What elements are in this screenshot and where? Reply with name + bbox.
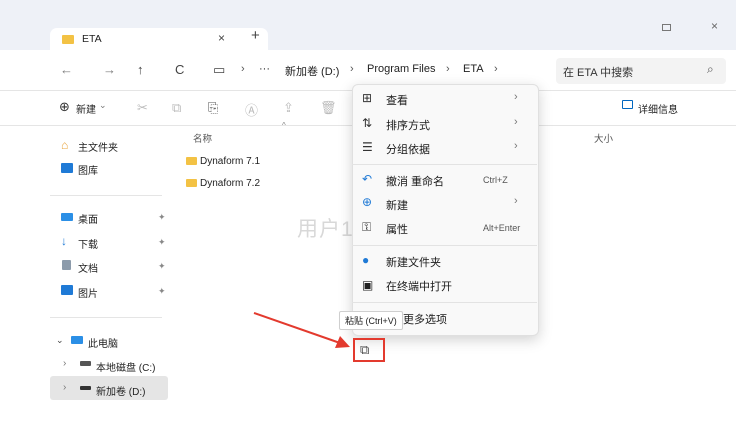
pin-icon: ✦ [158, 261, 166, 271]
window-close-icon[interactable]: × [711, 19, 718, 33]
drive-icon [80, 386, 91, 390]
column-header-name[interactable]: 名称 [193, 131, 212, 145]
cut-icon[interactable]: ✂ [137, 100, 148, 116]
chevron-right-icon[interactable]: › [63, 358, 66, 369]
chevron-right-icon: › [514, 140, 518, 152]
share-icon[interactable]: ⇪ [283, 100, 294, 116]
terminal-icon: ▣ [362, 278, 374, 292]
undo-icon: ↶ [362, 172, 373, 186]
paste-icon[interactable]: ⧉ [360, 342, 369, 358]
download-icon: ↓ [61, 234, 67, 248]
menu-item-view[interactable]: 查看 [386, 92, 408, 108]
paste-toolbar-icon[interactable]: ⎘ [208, 100, 218, 116]
refresh-icon[interactable]: C [175, 62, 184, 77]
sidebar-item-gallery[interactable]: 图库 [78, 162, 98, 177]
tab-title: ETA [82, 33, 102, 45]
details-pane-icon[interactable] [622, 100, 633, 109]
chevron-right-icon: › [514, 116, 518, 128]
new-plus-icon: ⊕ [362, 195, 373, 209]
breadcrumb-drive-d[interactable]: 新加卷 (D:) [285, 63, 339, 79]
search-icon[interactable]: ⌕ [707, 62, 714, 77]
delete-icon[interactable]: 🗑 [320, 100, 337, 116]
breadcrumb-separator-icon: › [241, 63, 245, 75]
pictures-icon [61, 285, 73, 295]
group-icon: ☰ [362, 140, 373, 154]
context-menu [352, 84, 539, 336]
sidebar-item-downloads[interactable]: 下载 [78, 236, 98, 251]
details-button[interactable]: 详细信息 [638, 101, 678, 116]
chevron-right-icon[interactable]: › [63, 382, 66, 393]
pin-icon: ✦ [158, 237, 166, 247]
back-arrow-icon[interactable]: ← [60, 62, 73, 77]
menu-item-new-folder[interactable]: 新建文件夹 [386, 254, 441, 270]
menu-item-sort[interactable]: 排序方式 [386, 117, 430, 133]
menu-divider [352, 164, 537, 165]
sidebar-item-home[interactable]: 主文件夹 [78, 139, 118, 154]
forward-arrow-icon[interactable]: → [103, 62, 116, 77]
properties-icon: ⚿ [362, 220, 372, 234]
new-button[interactable]: 新建 [76, 101, 96, 116]
menu-item-properties[interactable]: 属性 [386, 221, 408, 237]
sort-up-icon: ^ [282, 121, 286, 130]
gallery-icon [61, 163, 73, 173]
menu-divider [352, 245, 537, 246]
copy-icon[interactable]: ⧉ [172, 100, 181, 116]
shortcut-label: Ctrl+Z [483, 175, 508, 185]
drive-icon [80, 361, 91, 366]
home-icon: ⌂ [61, 138, 69, 152]
sidebar-item-documents[interactable]: 文档 [78, 260, 98, 275]
menu-item-open-terminal[interactable]: 在终端中打开 [386, 278, 452, 294]
chevron-down-icon: ⌄ [99, 100, 107, 110]
sidebar-item-drive-c[interactable]: 本地磁盘 (C:) [96, 359, 155, 374]
view-icon: ⊞ [362, 91, 373, 105]
file-row-dynaform-72[interactable]: Dynaform 7.2 [200, 178, 260, 189]
folder-icon [62, 35, 74, 44]
menu-divider [352, 302, 537, 303]
annotation-arrow [253, 312, 350, 348]
monitor-icon[interactable]: ▭ [213, 62, 225, 78]
menu-item-new[interactable]: 新建 [386, 197, 408, 213]
desktop-icon [61, 213, 73, 221]
sidebar-item-pictures[interactable]: 图片 [78, 285, 98, 300]
up-arrow-icon[interactable]: ↑ [137, 62, 144, 77]
file-row-dynaform-71[interactable]: Dynaform 7.1 [200, 156, 260, 167]
folder-icon [186, 179, 197, 187]
new-plus-icon[interactable]: ⊕ [59, 99, 70, 115]
new-folder-icon: ● [362, 253, 370, 267]
divider [50, 317, 162, 318]
chevron-down-icon[interactable]: ⌄ [56, 335, 64, 346]
sidebar-item-desktop[interactable]: 桌面 [78, 211, 98, 226]
shortcut-label: Alt+Enter [483, 223, 521, 233]
breadcrumb-separator-icon: › [350, 63, 354, 75]
chevron-right-icon: › [514, 195, 518, 207]
sort-icon: ⇅ [362, 116, 373, 130]
folder-icon [186, 157, 197, 165]
sidebar-item-this-pc[interactable]: 此电脑 [88, 335, 118, 350]
restore-window-icon[interactable] [662, 24, 671, 31]
computer-icon [71, 336, 83, 344]
breadcrumb-eta[interactable]: ETA [463, 63, 484, 75]
tab-close-icon[interactable]: × [218, 31, 225, 45]
chevron-right-icon: › [514, 91, 518, 103]
breadcrumb-separator-icon: › [446, 63, 450, 75]
rename-icon[interactable]: Ⓐ [245, 100, 258, 119]
sidebar-item-drive-d[interactable]: 新加卷 (D:) [96, 383, 145, 398]
pin-icon: ✦ [158, 212, 166, 222]
breadcrumb-separator-icon: › [494, 63, 498, 75]
divider [50, 195, 162, 196]
pin-icon: ✦ [158, 286, 166, 296]
breadcrumb-program-files[interactable]: Program Files [367, 63, 435, 75]
menu-item-more-options[interactable]: 更多选项 [403, 311, 447, 327]
document-icon [62, 260, 71, 270]
new-tab-icon[interactable]: + [251, 27, 260, 44]
column-header-size[interactable]: 大小 [594, 131, 613, 145]
search-input[interactable]: 在 ETA 中搜索 [563, 64, 633, 80]
menu-item-undo-rename[interactable]: 撤消 重命名 [386, 173, 444, 189]
breadcrumb-more-icon[interactable]: ··· [259, 63, 270, 75]
menu-item-group-by[interactable]: 分组依据 [386, 141, 430, 157]
